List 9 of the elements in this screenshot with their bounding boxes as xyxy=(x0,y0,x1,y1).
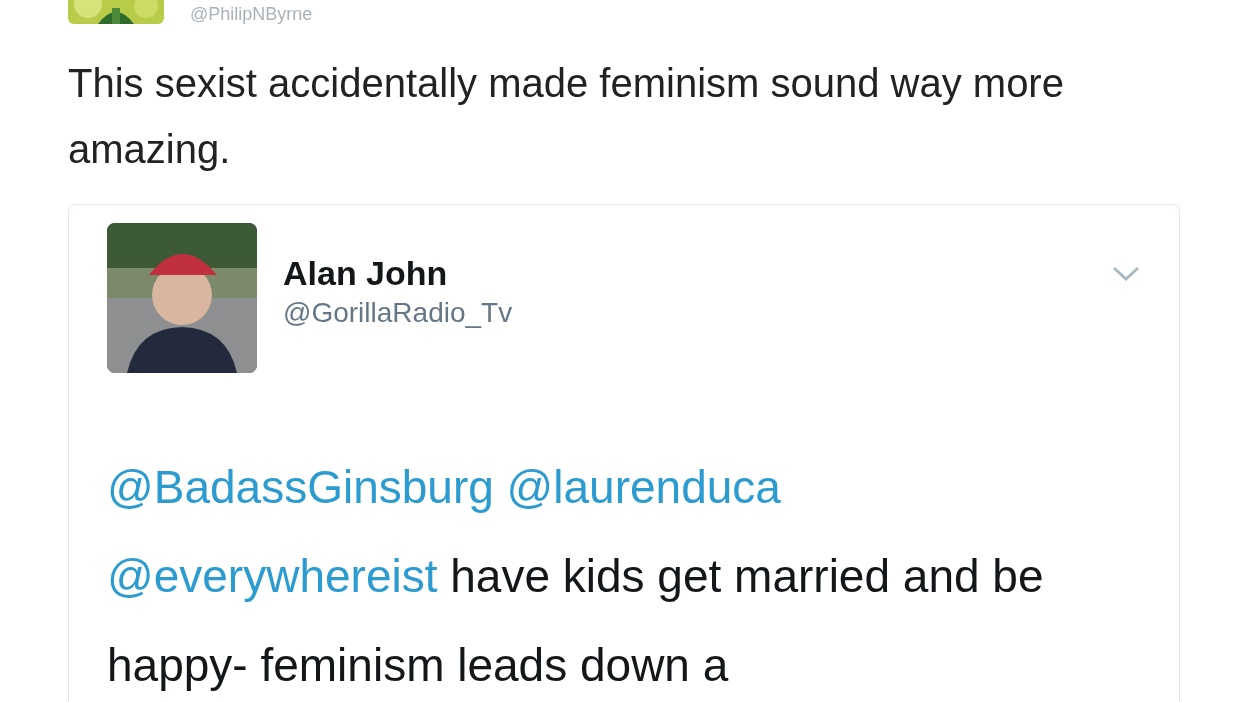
user-name: Alan John xyxy=(283,253,449,293)
tweet-text: This sexist accidentally made feminism sound way more amazing. xyxy=(68,60,1065,173)
chevron-down-icon[interactable] xyxy=(1111,265,1141,283)
mention-link[interactable]: @laurenduca xyxy=(506,461,781,513)
tweet-text: @BadassGinsburg @laurenduca @everywhereist have kids get married and be happy- feminism leads down a xyxy=(107,460,1045,693)
user-handle: @PhilipNByrne xyxy=(190,4,313,24)
user-handle: @GorillaRadio_Tv xyxy=(283,296,514,330)
mention-link[interactable]: @everywhereist xyxy=(107,550,438,602)
mention-link[interactable]: @BadassGinsburg xyxy=(107,461,494,513)
